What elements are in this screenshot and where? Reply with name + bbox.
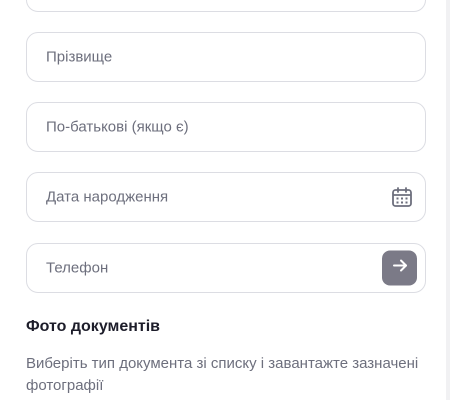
birth-date-placeholder: Дата народження	[46, 188, 169, 206]
surname-field[interactable]: Прізвище	[26, 32, 426, 82]
arrow-right-icon	[391, 257, 409, 280]
phone-placeholder: Телефон	[46, 259, 109, 277]
first-name-field[interactable]	[26, 0, 426, 12]
phone-field[interactable]: Телефон	[26, 243, 426, 293]
documents-section-description: Виберіть тип документа зі списку і заван…	[26, 355, 419, 394]
calendar-icon[interactable]	[391, 186, 413, 208]
documents-section-title: Фото документів	[26, 318, 161, 335]
surname-placeholder: Прізвище	[46, 48, 113, 66]
patronymic-field[interactable]: По-батькові (якщо є)	[26, 102, 426, 152]
birth-date-field[interactable]: Дата народження	[26, 172, 426, 222]
next-button[interactable]	[382, 250, 417, 286]
patronymic-placeholder: По-батькові (якщо є)	[46, 118, 189, 136]
scrollbar[interactable]	[446, 0, 450, 400]
registration-form-page: Прізвище По-батькові (якщо є) Дата народ…	[0, 0, 450, 400]
